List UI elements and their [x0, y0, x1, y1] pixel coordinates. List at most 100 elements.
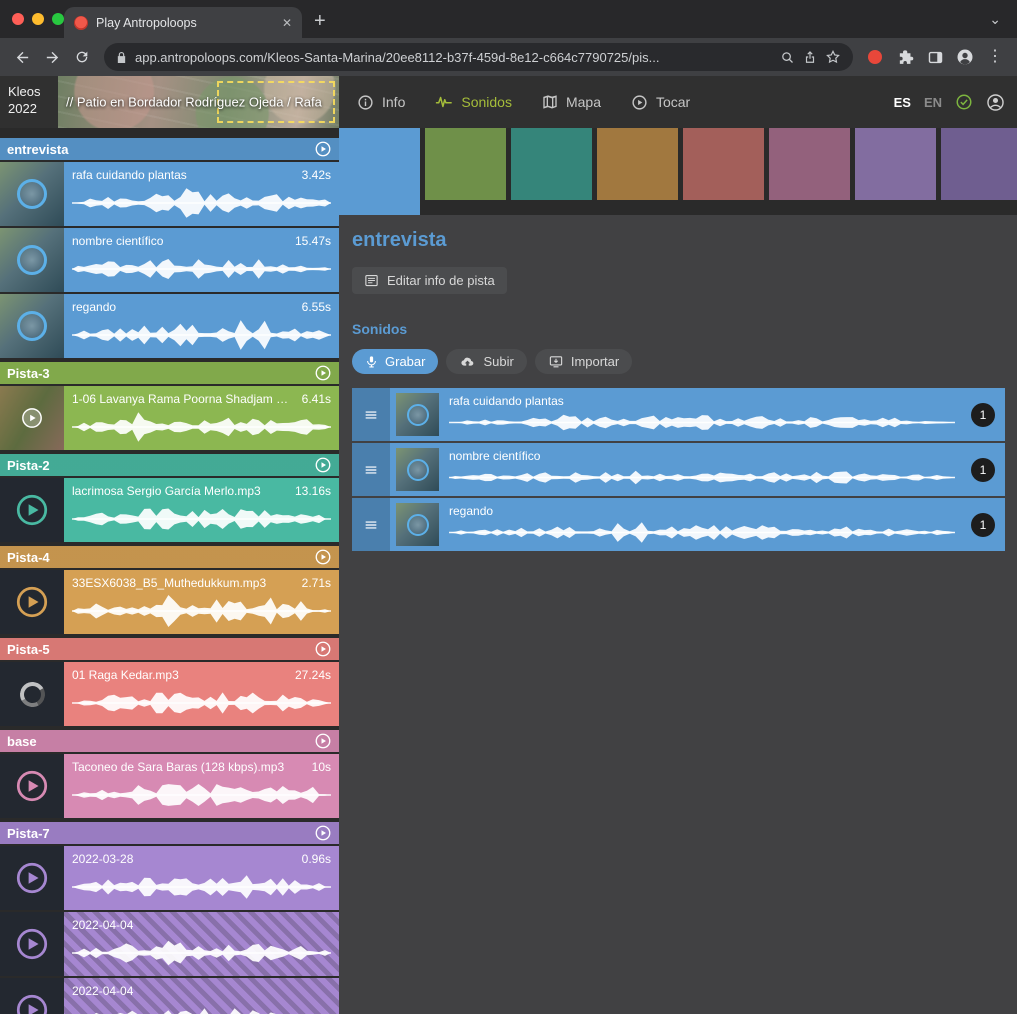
clip[interactable]: regando6.55s — [0, 294, 339, 358]
new-tab-button[interactable]: + — [314, 11, 326, 31]
clip-play-button[interactable] — [0, 570, 64, 634]
tab-list-chevron-icon[interactable]: ⌄ — [989, 11, 1001, 28]
sound-thumbnail[interactable] — [396, 393, 439, 436]
clip[interactable]: rafa cuidando plantas3.42s — [0, 162, 339, 226]
clip[interactable]: 01 Raga Kedar.mp327.24s — [0, 662, 339, 726]
clip-play-button[interactable] — [0, 912, 64, 976]
lang-es-button[interactable]: ES — [894, 95, 911, 110]
track-header[interactable]: Pista-4 — [0, 546, 339, 568]
clip-waveform[interactable] — [72, 317, 331, 353]
project-header[interactable]: Kleos 2022 // Patio en Bordador Rodrígue… — [0, 76, 339, 128]
sound-waveform[interactable] — [449, 411, 955, 434]
sound-row[interactable]: regando 1 — [352, 498, 1005, 551]
sound-row[interactable]: rafa cuidando plantas 1 — [352, 388, 1005, 441]
track-header[interactable]: Pista-7 — [0, 822, 339, 844]
menu-icon[interactable]: ⋮ — [981, 43, 1009, 71]
forward-icon[interactable] — [38, 43, 66, 71]
track-play-icon[interactable] — [314, 732, 332, 750]
strip-track-8[interactable] — [941, 128, 1017, 200]
clip-waveform[interactable] — [72, 501, 331, 537]
import-button[interactable]: Importar — [535, 349, 632, 374]
clip-waveform[interactable] — [72, 1001, 331, 1014]
track-play-icon[interactable] — [314, 456, 332, 474]
track-header[interactable]: Pista-2 — [0, 454, 339, 476]
drag-handle[interactable] — [352, 443, 390, 496]
upload-button[interactable]: Subir — [446, 349, 526, 374]
account-icon[interactable] — [986, 93, 1005, 112]
clip-waveform[interactable] — [72, 185, 331, 221]
tab-close-icon[interactable]: ✕ — [282, 17, 292, 29]
strip-track-4[interactable] — [597, 128, 678, 200]
puzzle-extensions-icon[interactable] — [891, 43, 919, 71]
browser-tab[interactable]: Play Antropoloops ✕ — [64, 7, 302, 38]
clip[interactable]: 2022-04-04 — [0, 912, 339, 976]
clip-waveform[interactable] — [72, 869, 331, 905]
extension-red-icon[interactable] — [861, 43, 889, 71]
check-circle-icon[interactable] — [955, 93, 973, 111]
clip-waveform[interactable] — [72, 935, 331, 971]
clip[interactable]: 2022-03-280.96s — [0, 846, 339, 910]
track-play-icon[interactable] — [314, 640, 332, 658]
clip[interactable]: 2022-04-04 — [0, 978, 339, 1014]
strip-track-6[interactable] — [769, 128, 850, 200]
sound-waveform[interactable] — [449, 466, 955, 489]
clip-thumbnail[interactable] — [0, 386, 64, 450]
clip-play-button[interactable] — [0, 754, 64, 818]
drag-handle[interactable] — [352, 388, 390, 441]
clip-play-button[interactable] — [0, 978, 64, 1014]
clip-waveform[interactable] — [72, 251, 331, 287]
clip[interactable]: 33ESX6038_B5_Muthedukkum.mp32.71s — [0, 570, 339, 634]
clip-waveform[interactable] — [72, 409, 331, 445]
zoom-window-icon[interactable] — [52, 13, 64, 25]
clip[interactable]: Taconeo de Sara Baras (128 kbps).mp310s — [0, 754, 339, 818]
side-panel-icon[interactable] — [921, 43, 949, 71]
clip[interactable]: lacrimosa Sergio García Merlo.mp313.16s — [0, 478, 339, 542]
address-bar[interactable]: app.antropoloops.com/Kleos-Santa-Marina/… — [104, 43, 853, 71]
bookmark-star-icon[interactable] — [825, 49, 841, 65]
clip-waveform[interactable] — [72, 777, 331, 813]
clip-thumbnail[interactable] — [0, 294, 64, 358]
share-icon[interactable] — [803, 50, 817, 64]
clip-thumbnail[interactable] — [0, 162, 64, 226]
clip[interactable]: 1-06 Lavanya Rama Poorna Shadjam Rupak..… — [0, 386, 339, 450]
sound-thumbnail[interactable] — [396, 503, 439, 546]
nav-tocar[interactable]: Tocar — [631, 94, 690, 111]
sound-row[interactable]: nombre científico 1 — [352, 443, 1005, 496]
track-play-icon[interactable] — [314, 364, 332, 382]
track-play-icon[interactable] — [314, 824, 332, 842]
minimize-window-icon[interactable] — [32, 13, 44, 25]
clip-waveform[interactable] — [72, 685, 331, 721]
track-header[interactable]: Pista-5 — [0, 638, 339, 660]
lang-en-button[interactable]: EN — [924, 95, 942, 110]
reload-icon[interactable] — [68, 43, 96, 71]
sound-thumbnail[interactable] — [396, 448, 439, 491]
track-header[interactable]: Pista-3 — [0, 362, 339, 384]
clip[interactable]: nombre científico15.47s — [0, 228, 339, 292]
drag-handle-icon — [363, 407, 379, 423]
strip-track-5[interactable] — [683, 128, 764, 200]
strip-track-1[interactable] — [339, 128, 420, 215]
clip-thumbnail[interactable] — [0, 228, 64, 292]
drag-handle[interactable] — [352, 498, 390, 551]
sound-waveform[interactable] — [449, 521, 955, 544]
track-play-icon[interactable] — [314, 140, 332, 158]
nav-mapa[interactable]: Mapa — [542, 94, 601, 110]
clip-waveform[interactable] — [72, 593, 331, 629]
track-header[interactable]: entrevista — [0, 138, 339, 160]
nav-info[interactable]: Info — [357, 94, 405, 111]
track-header[interactable]: base — [0, 730, 339, 752]
strip-track-2[interactable] — [425, 128, 506, 200]
edit-track-info-button[interactable]: Editar info de pista — [352, 267, 507, 294]
strip-track-7[interactable] — [855, 128, 936, 200]
clip-play-button[interactable] — [0, 478, 64, 542]
back-icon[interactable] — [8, 43, 36, 71]
zoom-icon[interactable] — [780, 50, 795, 65]
close-window-icon[interactable] — [12, 13, 24, 25]
strip-track-3[interactable] — [511, 128, 592, 200]
profile-icon[interactable] — [951, 43, 979, 71]
track-play-icon[interactable] — [314, 548, 332, 566]
clip-play-button[interactable] — [0, 846, 64, 910]
clip-loading-button[interactable] — [0, 662, 64, 726]
nav-sonidos[interactable]: Sonidos — [435, 93, 512, 111]
record-button[interactable]: Grabar — [352, 349, 438, 374]
